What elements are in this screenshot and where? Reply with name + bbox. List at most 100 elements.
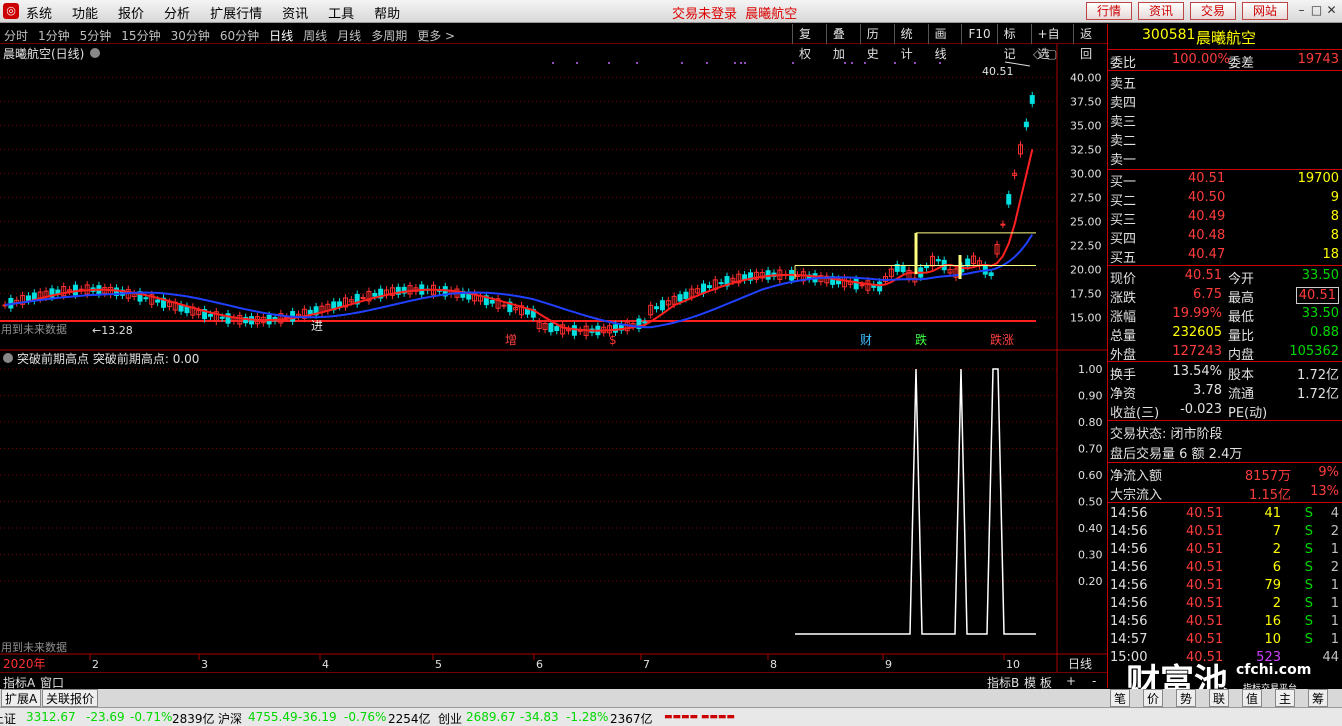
index-hs-name: 沪深	[218, 712, 243, 726]
period-60min[interactable]: 60分钟	[220, 27, 259, 44]
period-5min[interactable]: 5分钟	[80, 27, 112, 44]
weibi-label: 委比	[1110, 56, 1137, 71]
after-trade-volume: 盘后交易量 6 额 2.4万	[1110, 447, 1243, 462]
stat-row: 涨跌 6.75 最高 40.51	[1110, 286, 1341, 306]
website-button[interactable]: 网站	[1242, 2, 1288, 20]
tab-chips[interactable]: 筹	[1308, 689, 1329, 707]
sell-level-label: 卖一	[1110, 153, 1137, 168]
indicator-menu-icon[interactable]	[3, 353, 13, 363]
index-sh-value: 3312.67	[26, 710, 76, 724]
period-multi[interactable]: 多周期	[371, 27, 407, 44]
buy-row: 买五 40.47 18	[1110, 246, 1341, 266]
tick-price: 40.51	[1186, 596, 1224, 611]
quote-button[interactable]: 行情	[1086, 2, 1132, 20]
candle-body	[642, 321, 648, 324]
period-1min[interactable]: 1分钟	[38, 27, 70, 44]
back-button[interactable]: 返回	[1073, 24, 1107, 61]
buy-volume: 19700	[1297, 171, 1339, 186]
chart-menu-icon[interactable]	[90, 48, 100, 58]
price-label: 17.50	[1070, 287, 1102, 300]
expand-icon[interactable]: ◇ ▢	[1033, 47, 1057, 61]
period-day[interactable]: 日线	[269, 27, 293, 44]
future-signal-dot	[576, 62, 578, 64]
candle-body	[554, 326, 560, 332]
tick-volume: 79	[1264, 578, 1281, 593]
tab-price[interactable]: 价	[1143, 689, 1164, 707]
tick-time: 14:56	[1110, 614, 1148, 629]
zoom-out-button[interactable]: -	[1092, 674, 1096, 688]
main-menu: 系统 功能 报价 分析 扩展行情 资讯 工具 帮助	[26, 3, 420, 22]
maximize-icon[interactable]: □	[1310, 3, 1323, 18]
index-sh-pct: -0.71%	[130, 710, 173, 724]
period-week[interactable]: 周线	[303, 27, 327, 44]
price-label: 37.50	[1070, 95, 1102, 108]
weibi-value: 100.00%	[1172, 52, 1230, 67]
date-axis-period: 日线	[1068, 657, 1092, 671]
menu-system[interactable]: 系统	[26, 3, 52, 22]
sell-row: 卖三	[1110, 110, 1341, 130]
mark-button[interactable]: 标记	[996, 24, 1031, 61]
tab-related[interactable]: 联	[1209, 689, 1230, 707]
tick-side: S	[1304, 614, 1313, 629]
fund-value-2: 1.72亿	[1297, 387, 1339, 402]
candle-body	[654, 306, 660, 310]
history-button[interactable]: 历史	[859, 24, 894, 61]
menu-help[interactable]: 帮助	[374, 3, 400, 22]
buy-level-label: 买四	[1110, 232, 1137, 247]
sell-level-label: 卖五	[1110, 77, 1137, 92]
candle-body	[571, 325, 577, 336]
close-icon[interactable]: ✕	[1325, 3, 1338, 18]
price-label: 15.00	[1070, 311, 1102, 324]
tick-count: 1	[1330, 632, 1339, 647]
indicator-title: 突破前期高点 突破前期高点: 0.00	[17, 351, 199, 366]
period-month[interactable]: 月线	[337, 27, 361, 44]
candle-body	[72, 284, 78, 296]
candle-body	[706, 285, 712, 289]
menu-tools[interactable]: 工具	[328, 3, 354, 22]
flow-value: 1.15亿	[1249, 488, 1291, 503]
index-hs-change: -36.19	[298, 710, 337, 724]
tick-row: 14:56 40.51 2 S 1	[1110, 541, 1341, 560]
adjust-button[interactable]: 复权	[792, 24, 826, 61]
menu-function[interactable]: 功能	[72, 3, 98, 22]
overlay-button[interactable]: 叠加	[825, 24, 860, 61]
future-signal-dot	[681, 62, 683, 64]
event-marker: 增	[505, 333, 517, 347]
menu-quote[interactable]: 报价	[118, 3, 144, 22]
minimize-icon[interactable]: –	[1295, 3, 1308, 18]
menu-analysis[interactable]: 分析	[164, 3, 190, 22]
candle-body	[859, 284, 865, 287]
period-30min[interactable]: 30分钟	[171, 27, 210, 44]
tab-main[interactable]: 主	[1275, 689, 1296, 707]
future-signal-dot	[608, 62, 610, 64]
period-tick[interactable]: 分时	[4, 27, 28, 44]
future-signal-dot	[792, 62, 794, 64]
stat-label-2: 量比	[1228, 329, 1255, 344]
tab-trades[interactable]: 笔	[1110, 689, 1131, 707]
tab-value[interactable]: 值	[1242, 689, 1263, 707]
event-marker: 财	[860, 333, 872, 347]
add-watchlist-button[interactable]: +自选	[1030, 24, 1074, 61]
indicator-label: 0.70	[1078, 443, 1103, 456]
indicator-label: 0.80	[1078, 416, 1103, 429]
news-button[interactable]: 资讯	[1138, 2, 1184, 20]
tab-trend[interactable]: 势	[1176, 689, 1197, 707]
draw-button[interactable]: 画线	[927, 24, 962, 61]
tab-related-quote[interactable]: 关联报价	[42, 689, 99, 707]
price-label: 40.00	[1070, 71, 1102, 84]
trade-button[interactable]: 交易	[1190, 2, 1236, 20]
indicator-axis-labels: 1.00 0.90 0.80 0.70 0.60 0.50 0.40 0.30 0.20	[1078, 363, 1103, 588]
kline-chart[interactable]: 晨曦航空(日线) ◇ ▢ 40.0037.5035.0032.5030.0027…	[0, 44, 1107, 672]
zoom-in-button[interactable]: +	[1066, 674, 1076, 688]
menu-news[interactable]: 资讯	[282, 3, 308, 22]
tick-volume: 10	[1264, 632, 1281, 647]
menu-extended-quote[interactable]: 扩展行情	[210, 3, 262, 22]
period-15min[interactable]: 15分钟	[121, 27, 160, 44]
stats-button[interactable]: 统计	[893, 24, 928, 61]
f10-button[interactable]: F10	[961, 24, 996, 44]
period-more[interactable]: 更多 >	[417, 27, 455, 44]
tick-time: 14:56	[1110, 578, 1148, 593]
tab-extend-a[interactable]: 扩展A	[1, 689, 42, 707]
future-signal-dot	[914, 62, 916, 64]
candle-body	[718, 282, 724, 285]
